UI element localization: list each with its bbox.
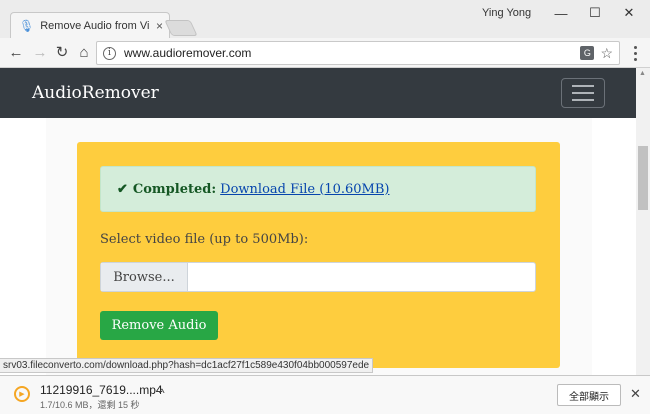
file-input[interactable]: Browse... [100, 262, 536, 292]
reload-icon[interactable]: ↻ [52, 42, 72, 62]
chevron-up-icon[interactable]: ^ [159, 386, 165, 400]
show-all-button[interactable]: 全部顯示 [557, 384, 621, 406]
minimize-icon[interactable]: — [546, 3, 576, 23]
download-file-name[interactable]: 11219916_7619....mp4 [40, 383, 163, 397]
address-bar[interactable]: i www.audioremover.com G ☆ [96, 41, 620, 65]
download-progress: 1.7/10.6 MB，還剩 15 秒 [40, 400, 140, 410]
title-bar: 🎙 Remove Audio from Vi × Ying Yong — ☐ ✕ [0, 0, 650, 38]
maximize-icon[interactable]: ☐ [580, 3, 610, 23]
site-brand[interactable]: AudioRemover [32, 83, 159, 103]
download-link[interactable]: Download File (10.60MB) [220, 182, 389, 197]
completed-label: Completed: [132, 181, 217, 197]
site-navbar: AudioRemover [0, 68, 636, 118]
video-file-icon[interactable]: ▶ [14, 386, 30, 402]
check-icon: ✔ [117, 181, 128, 197]
file-input-label: Select video file (up to 500Mb): [100, 232, 309, 247]
profile-name[interactable]: Ying Yong [482, 7, 531, 19]
upload-card: ✔ Completed: Download File (10.60MB) Sel… [77, 142, 560, 368]
browser-tab[interactable]: 🎙 Remove Audio from Vi × [10, 12, 170, 38]
scrollbar[interactable]: ▲ [636, 68, 650, 378]
browse-button[interactable]: Browse... [101, 263, 188, 291]
scrollbar-thumb[interactable] [638, 146, 648, 210]
menu-icon[interactable] [628, 44, 642, 62]
url-text[interactable]: www.audioremover.com [124, 46, 580, 60]
microphone-icon: 🎙 [19, 18, 35, 33]
back-icon[interactable]: ← [6, 42, 26, 62]
info-icon[interactable]: i [103, 46, 116, 60]
scroll-up-icon[interactable]: ▲ [639, 70, 646, 77]
browser-toolbar: ← → ↻ ⌂ i www.audioremover.com G ☆ [0, 38, 650, 68]
close-shelf-icon[interactable]: ✕ [630, 386, 641, 402]
remove-audio-button[interactable]: Remove Audio [100, 311, 218, 340]
page-viewport: AudioRemover ✔ Completed: Download File … [0, 68, 636, 378]
hamburger-menu-icon[interactable] [561, 78, 605, 108]
bookmark-star-icon[interactable]: ☆ [600, 45, 613, 62]
home-icon[interactable]: ⌂ [74, 42, 94, 62]
forward-icon[interactable]: → [30, 42, 50, 62]
close-window-icon[interactable]: ✕ [614, 3, 644, 23]
translate-icon[interactable]: G [580, 46, 595, 60]
close-tab-icon[interactable]: × [156, 19, 163, 33]
tab-title: Remove Audio from Vi [40, 19, 150, 32]
success-alert: ✔ Completed: Download File (10.60MB) [100, 166, 536, 212]
download-shelf: ▶ 11219916_7619....mp4 1.7/10.6 MB，還剩 15… [0, 375, 650, 414]
status-bar-url: srv03.fileconverto.com/download.php?hash… [0, 358, 374, 373]
